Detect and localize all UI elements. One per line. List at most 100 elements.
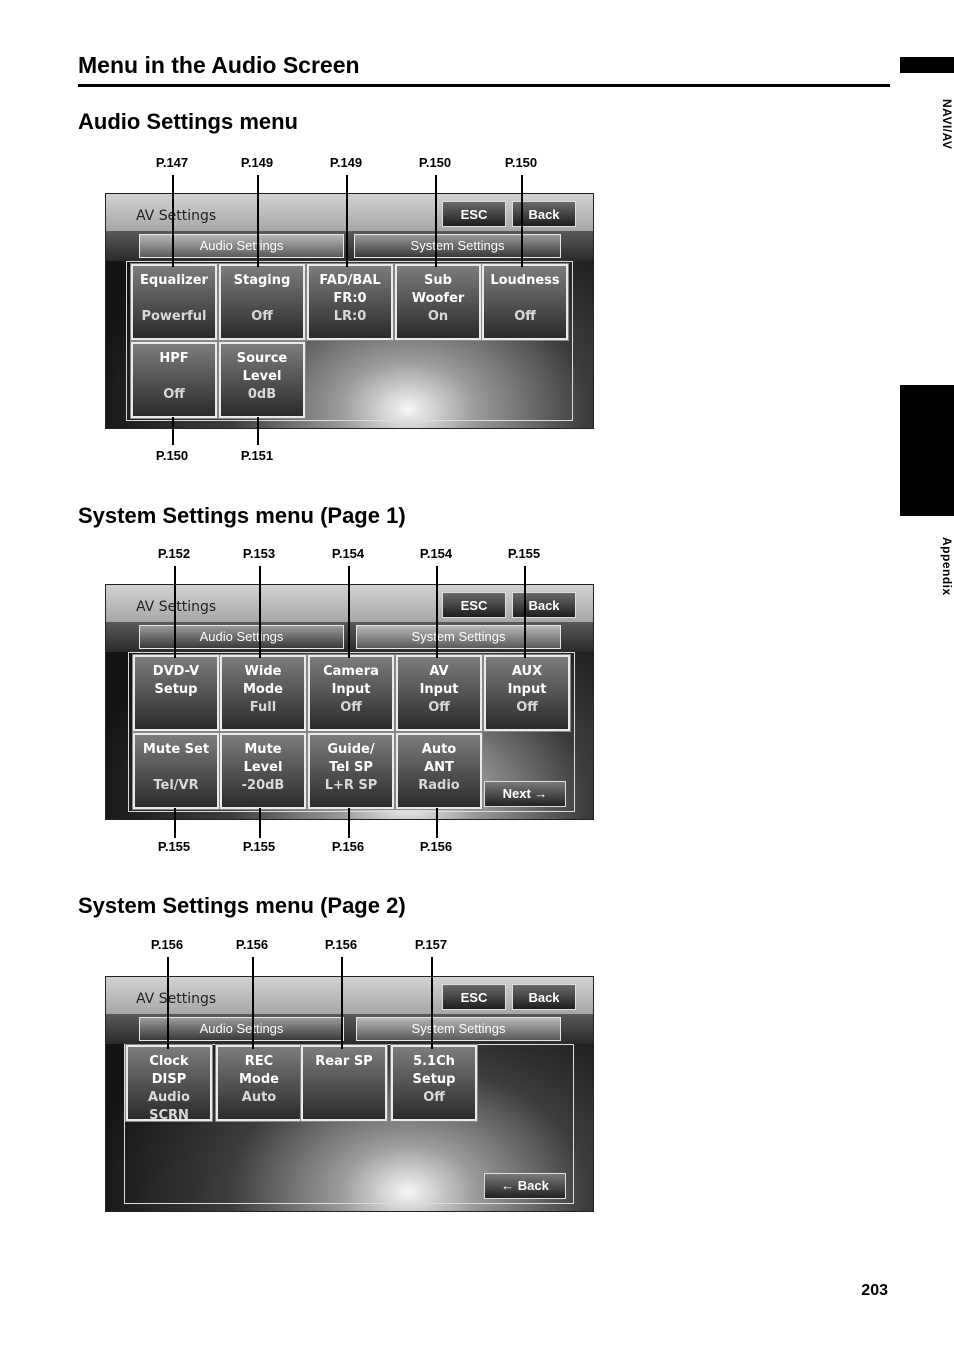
tile-label: Input [331, 682, 371, 697]
tile-value: Radio [418, 778, 460, 793]
esc-button[interactable]: ESC [442, 201, 506, 227]
tile-label: DVD-V [152, 664, 200, 679]
fad-bal-button[interactable]: FAD/BAL FR:0 LR:0 [306, 263, 394, 341]
callout-line [259, 808, 261, 838]
back-button[interactable]: Back [512, 984, 576, 1010]
callout-line [172, 175, 174, 267]
av-input-button[interactable]: AV Input Off [395, 654, 483, 732]
tile-label [133, 290, 215, 308]
page-ref: P.155 [157, 839, 191, 854]
page-heading: Menu in the Audio Screen [78, 50, 890, 87]
tile-label [303, 1071, 385, 1089]
tile-value: -20dB [241, 778, 285, 793]
tile-value: Auto [241, 1090, 277, 1105]
page-ref: P.155 [507, 546, 541, 561]
tile-label: AUX [511, 664, 543, 679]
rear-sp-button[interactable]: Rear SP [300, 1044, 388, 1122]
page-ref: P.156 [150, 937, 184, 952]
tile-label: Mode [239, 1072, 279, 1087]
tile-label: Mode [243, 682, 283, 697]
mute-set-button[interactable]: Mute Set Tel/VR [132, 732, 220, 810]
page-ref: P.156 [419, 839, 453, 854]
tile-label: Tel SP [329, 760, 373, 775]
tab-audio-settings[interactable]: Audio Settings [139, 1017, 344, 1041]
tile-label: REC [244, 1054, 274, 1069]
tile-label: AV [429, 664, 449, 679]
tile-label: Guide/ [327, 742, 375, 757]
tile-label: Camera [323, 664, 379, 679]
screen-title: AV Settings [136, 991, 217, 1007]
side-tab-appendix: Appendix [940, 536, 954, 596]
callout-line [257, 175, 259, 267]
clock-disp-button[interactable]: Clock DISP Audio SCRN [125, 1044, 213, 1123]
tab-system-settings[interactable]: System Settings [356, 1017, 561, 1041]
side-tab-marker-appendix [900, 385, 954, 516]
dvd-v-setup-button[interactable]: DVD-V Setup [132, 654, 220, 732]
tile-label: FR:0 [333, 291, 367, 306]
tile-label: Equalizer [140, 273, 208, 288]
page-ref: P.154 [331, 546, 365, 561]
tile-value: Off [514, 309, 536, 324]
tile-value [303, 1089, 385, 1107]
staging-button[interactable]: Staging Off [218, 263, 306, 341]
tile-value: Off [340, 700, 362, 715]
system-settings-page2-screen: AV Settings ESC Back Audio Settings Syst… [105, 976, 594, 1212]
rec-mode-button[interactable]: REC Mode Auto [215, 1044, 303, 1122]
tile-value: Off [423, 1090, 445, 1105]
tab-system-settings[interactable]: System Settings [356, 625, 561, 649]
page-ref: P.153 [242, 546, 276, 561]
sub-woofer-button[interactable]: Sub Woofer On [394, 263, 482, 341]
camera-input-button[interactable]: Camera Input Off [307, 654, 395, 732]
tile-value: Tel/VR [153, 778, 199, 793]
hpf-button[interactable]: HPF Off [130, 341, 218, 419]
tile-label: Mute [244, 742, 282, 757]
tile-label: Staging [233, 273, 291, 288]
loudness-button[interactable]: Loudness Off [481, 263, 569, 341]
page-ref: P.149 [329, 155, 363, 170]
tile-value: LR:0 [333, 309, 367, 324]
5-1ch-setup-button[interactable]: 5.1Ch Setup Off [390, 1044, 478, 1122]
tile-label: Input [419, 682, 459, 697]
tile-label: Rear SP [315, 1054, 373, 1069]
tile-value: Powerful [141, 309, 207, 324]
callout-line [167, 957, 169, 1049]
auto-ant-button[interactable]: Auto ANT Radio [395, 732, 483, 810]
tile-label: Input [507, 682, 547, 697]
tab-system-settings[interactable]: System Settings [354, 234, 561, 258]
esc-button[interactable]: ESC [442, 984, 506, 1010]
mute-level-button[interactable]: Mute Level -20dB [219, 732, 307, 810]
tile-label [484, 290, 566, 308]
page-ref: P.156 [324, 937, 358, 952]
page-ref: P.151 [240, 448, 274, 463]
tile-label: Woofer [411, 291, 465, 306]
screen-title: AV Settings [136, 599, 217, 615]
tile-value: Off [251, 309, 273, 324]
tile-value: L+R SP [324, 778, 378, 793]
next-button[interactable]: Next → [484, 781, 566, 807]
tile-label: 5.1Ch [413, 1054, 455, 1069]
page-number: 203 [861, 1282, 888, 1299]
esc-button[interactable]: ESC [442, 592, 506, 618]
wide-mode-button[interactable]: Wide Mode Full [219, 654, 307, 732]
tile-label: Level [242, 369, 282, 384]
page-ref: P.152 [157, 546, 191, 561]
tile-value [135, 699, 217, 717]
system-settings-page2-title: System Settings menu (Page 2) [78, 893, 406, 918]
page-back-button[interactable]: ← Back [484, 1173, 566, 1199]
tile-value: Audio SCRN [147, 1090, 190, 1123]
callout-line [172, 417, 174, 445]
callout-line [521, 175, 523, 267]
back-button[interactable]: Back [512, 592, 576, 618]
guide-tel-sp-button[interactable]: Guide/ Tel SP L+R SP [307, 732, 395, 810]
callout-line [346, 175, 348, 267]
aux-input-button[interactable]: AUX Input Off [483, 654, 571, 732]
audio-settings-section-title: Audio Settings menu [78, 109, 298, 134]
equalizer-button[interactable]: Equalizer Powerful [130, 263, 218, 341]
tile-label: ANT [424, 760, 454, 775]
callout-line [252, 957, 254, 1049]
tile-label: Clock [149, 1054, 189, 1069]
tab-audio-settings[interactable]: Audio Settings [139, 625, 344, 649]
tab-audio-settings[interactable]: Audio Settings [139, 234, 344, 258]
callout-line [259, 566, 261, 658]
source-level-button[interactable]: Source Level 0dB [218, 341, 306, 419]
